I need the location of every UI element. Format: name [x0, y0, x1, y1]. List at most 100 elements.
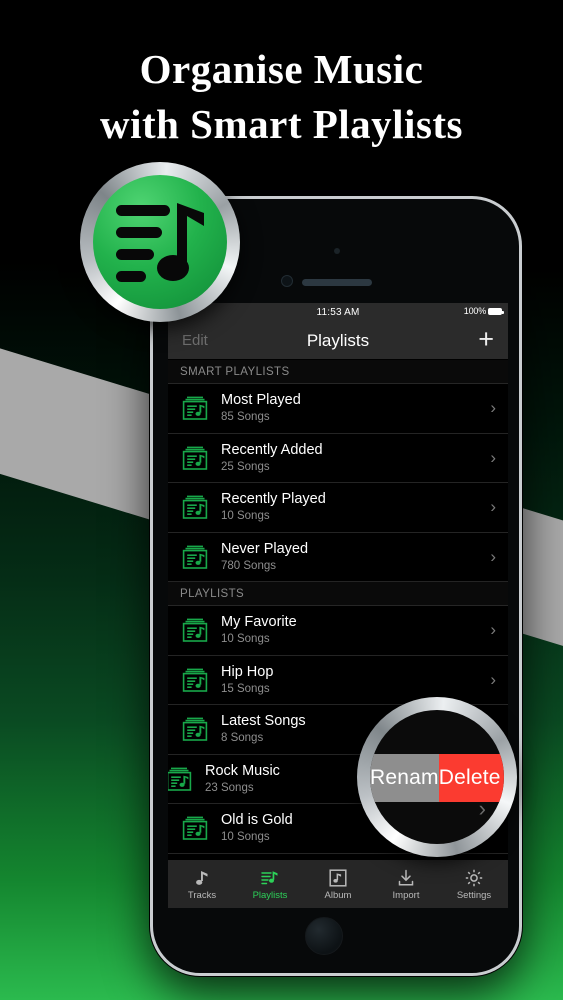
playlist-row-content: Recently Added 25 Songs: [180, 441, 490, 475]
playlist-icon: [180, 714, 210, 744]
playlist-music-app-icon: [93, 175, 227, 309]
playlist-row-texts: Never Played 780 Songs: [221, 540, 490, 574]
download-arrow-icon: [398, 869, 414, 885]
magnifier-lens: Renam Delete ›: [370, 710, 504, 844]
music-note-icon: [196, 870, 208, 885]
magnifier-callout: Renam Delete ›: [357, 697, 517, 857]
playlist-song-count: 10 Songs: [221, 510, 270, 523]
playlist-row[interactable]: Hip Hop 15 Songs ›: [168, 655, 508, 705]
home-button[interactable]: [305, 917, 343, 955]
playlist-song-count: 10 Songs: [221, 633, 270, 646]
playlist-row-texts: Recently Played 10 Songs: [221, 490, 490, 524]
playlist-icon: [182, 396, 208, 421]
playlist-row-content: Most Played 85 Songs: [180, 391, 490, 425]
status-bar: 11:53 AM 100%: [168, 303, 508, 322]
playlist-row-content: Hip Hop 15 Songs: [180, 663, 490, 697]
tab-bar[interactable]: Tracks Playlists Album Import Settings: [168, 859, 508, 908]
playlist-icon: [260, 868, 280, 888]
gear-icon: [465, 869, 483, 886]
tab-playlists[interactable]: Playlists: [236, 860, 304, 908]
playlist-row[interactable]: My Favorite 10 Songs ›: [168, 606, 508, 656]
proximity-sensor-icon: [281, 275, 293, 287]
tab-label: Album: [324, 889, 352, 901]
playlist-row[interactable]: Recently Played 10 Songs ›: [168, 483, 508, 533]
phone-mockup: 11:53 AM 100% Edit Playlists + SMART PLA…: [150, 196, 522, 976]
download-arrow-icon: [396, 868, 416, 888]
playlist-row-texts: My Favorite 10 Songs: [221, 613, 490, 647]
screen-title: Playlists: [306, 330, 370, 350]
status-time: 11:53 AM: [316, 307, 360, 318]
playlist-row-content: Recently Played 10 Songs: [180, 490, 490, 524]
magnified-swipe-actions: Renam Delete: [370, 754, 504, 802]
playlist-icon: [182, 618, 208, 643]
playlist-icon: [182, 545, 208, 569]
playlist-icon: [180, 492, 210, 522]
phone-body: 11:53 AM 100% Edit Playlists + SMART PLA…: [153, 199, 519, 973]
playlist-title: Recently Added: [221, 441, 323, 458]
tab-import[interactable]: Import: [372, 860, 440, 908]
playlist-icon: [182, 717, 208, 742]
playlist-title: Never Played: [221, 540, 309, 557]
tab-tracks[interactable]: Tracks: [168, 860, 236, 908]
chevron-right-icon: ›: [490, 398, 496, 418]
playlist-song-count: 25 Songs: [221, 460, 270, 473]
playlist-row-texts: Most Played 85 Songs: [221, 391, 490, 425]
playlist-icon: [180, 615, 210, 645]
magnified-delete-button[interactable]: Delete: [438, 754, 504, 802]
playlist-icon: [180, 542, 210, 572]
playlist-title: My Favorite: [221, 614, 297, 631]
earpiece-speaker: [302, 279, 372, 286]
tab-label: Import: [392, 889, 420, 901]
tab-label: Tracks: [187, 889, 217, 901]
music-note-icon: [192, 868, 212, 888]
playlist-icon: [180, 443, 210, 473]
chevron-right-icon: ›: [490, 620, 496, 640]
playlist-row-texts: Recently Added 25 Songs: [221, 441, 490, 475]
playlist-row-content: Never Played 780 Songs: [180, 540, 490, 574]
playlist-icon: [168, 767, 192, 791]
playlist-icon: [180, 813, 210, 843]
magnified-rename-button[interactable]: Renam: [370, 754, 439, 802]
playlist-note-icon: [116, 203, 204, 282]
playlist-icon: [261, 870, 278, 884]
gear-icon: [464, 868, 484, 888]
chevron-right-icon: ›: [490, 447, 496, 467]
playlist-row-content: My Favorite 10 Songs: [180, 613, 490, 647]
tab-album[interactable]: Album: [304, 860, 372, 908]
playlist-title: Recently Played: [221, 491, 326, 508]
tab-label: Playlists: [252, 889, 288, 901]
playlist-icon: [182, 816, 208, 841]
playlist-icon: [182, 446, 208, 470]
playlist-song-count: 15 Songs: [221, 682, 270, 695]
page-title: Organise Music with Smart Playlists: [0, 42, 563, 151]
battery-full-icon: [488, 307, 504, 315]
headline-line-1: Organise Music: [139, 46, 424, 92]
navigation-bar: Edit Playlists +: [168, 322, 508, 360]
tab-settings[interactable]: Settings: [440, 860, 508, 908]
playlist-row[interactable]: Recently Added 25 Songs ›: [168, 433, 508, 483]
status-battery: 100%: [463, 306, 504, 316]
playlist-title: Hip Hop: [221, 663, 274, 680]
playlist-icon: [180, 665, 210, 695]
chevron-right-icon: ›: [490, 669, 496, 689]
battery-percent-label: 100%: [463, 306, 486, 316]
front-camera-icon: [334, 248, 340, 254]
playlist-row[interactable]: Most Played 85 Songs ›: [168, 384, 508, 434]
playlist-icon: [180, 393, 210, 423]
playlist-song-count: 780 Songs: [221, 559, 276, 572]
album-icon: [329, 868, 347, 887]
playlist-icon: [182, 495, 208, 520]
headline-line-2: with Smart Playlists: [99, 100, 464, 147]
section-header: PLAYLISTS: [168, 582, 508, 606]
add-playlist-button[interactable]: +: [478, 325, 494, 353]
playlist-row[interactable]: Never Played 780 Songs ›: [168, 532, 508, 582]
playlist-icon: [168, 764, 194, 794]
album-icon: [328, 868, 348, 888]
playlist-song-count: 85 Songs: [221, 411, 270, 424]
tab-label: Settings: [456, 889, 492, 901]
chevron-right-icon: ›: [490, 546, 496, 566]
playlist-row-texts: Hip Hop 15 Songs: [221, 663, 490, 697]
section-header: SMART PLAYLISTS: [168, 360, 508, 384]
magnified-chevron-icon: ›: [478, 796, 486, 821]
playlist-icon: [182, 668, 208, 692]
